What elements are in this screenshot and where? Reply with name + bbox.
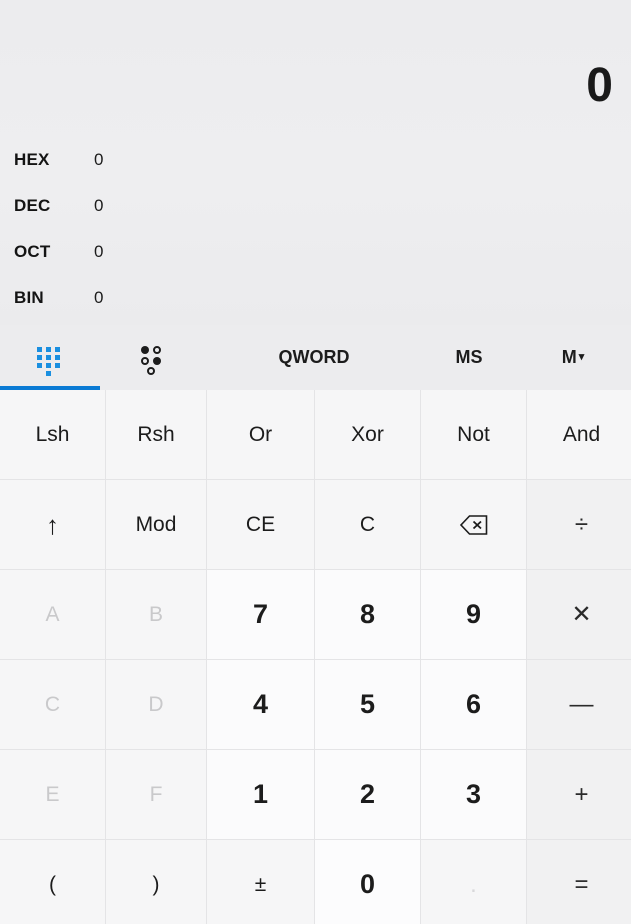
key-clear-entry[interactable]: CE <box>207 480 314 569</box>
backspace-icon <box>459 514 489 536</box>
key-label: 8 <box>359 599 376 629</box>
key-mod[interactable]: Mod <box>106 480 206 569</box>
key-label: 1 <box>252 779 269 809</box>
key-decimal-point: . <box>421 840 526 924</box>
radix-label-oct: OCT <box>14 242 51 261</box>
radix-value-bin: 0 <box>94 288 104 307</box>
key-or[interactable]: Or <box>207 390 314 479</box>
key-label: A <box>45 602 60 626</box>
key-and[interactable]: And <box>527 390 631 479</box>
key-clear[interactable]: C <box>315 480 420 569</box>
key-hex-d: D <box>106 660 206 749</box>
key-label: 6 <box>465 689 482 719</box>
key-label: 9 <box>465 599 482 629</box>
key-xor[interactable]: Xor <box>315 390 420 479</box>
key-backspace[interactable] <box>421 480 526 569</box>
radix-row-dec[interactable]: DEC 0 <box>0 183 631 229</box>
key-label: C <box>359 512 376 536</box>
key-label: And <box>562 422 601 446</box>
keypad-grid: Lsh Rsh Or Xor Not And ↑ Mod CE C ÷ A B 7 8 9 ✕ C D 4 5 6 — E F 1… <box>0 390 631 924</box>
key-label: ÷ <box>574 510 589 538</box>
radix-label-hex: HEX <box>14 150 50 169</box>
key-label: B <box>148 602 163 626</box>
key-digit-9[interactable]: 9 <box>421 570 526 659</box>
key-label: D <box>148 692 164 716</box>
key-digit-0[interactable]: 0 <box>315 840 420 924</box>
key-hex-e: E <box>0 750 105 839</box>
key-add[interactable]: + <box>527 750 631 839</box>
key-label: 5 <box>359 689 376 719</box>
key-label: 7 <box>252 599 269 629</box>
key-label: ) <box>152 872 160 896</box>
key-label: ± <box>254 872 267 896</box>
display-area: 0 HEX 0 DEC 0 OCT 0 BIN 0 <box>0 0 631 325</box>
key-label: + <box>574 780 589 808</box>
key-hex-b: B <box>106 570 206 659</box>
key-plus-minus[interactable]: ± <box>207 840 314 924</box>
key-label: — <box>569 690 594 718</box>
memory-label: M <box>561 347 577 367</box>
key-digit-2[interactable]: 2 <box>315 750 420 839</box>
radix-value-dec: 0 <box>94 196 104 215</box>
key-shift-up[interactable]: ↑ <box>0 480 105 569</box>
key-label: 2 <box>359 779 376 809</box>
key-label: . <box>470 870 477 898</box>
key-hex-c: C <box>0 660 105 749</box>
key-hex-f: F <box>106 750 206 839</box>
key-hex-a: A <box>0 570 105 659</box>
key-label: Xor <box>351 422 384 446</box>
keypad-grid-icon <box>37 343 63 376</box>
radix-label-bin: BIN <box>14 288 44 307</box>
key-lsh[interactable]: Lsh <box>0 390 105 479</box>
key-not[interactable]: Not <box>421 390 526 479</box>
toolbar: QWORD MS M ▾ <box>0 325 631 390</box>
tab-bit-toggle[interactable] <box>100 325 205 390</box>
arrow-up-icon: ↑ <box>46 509 59 540</box>
key-subtract[interactable]: — <box>527 660 631 749</box>
key-digit-6[interactable]: 6 <box>421 660 526 749</box>
key-label: Rsh <box>137 422 175 446</box>
radix-row-bin[interactable]: BIN 0 <box>0 275 631 321</box>
key-label: 3 <box>465 779 482 809</box>
radix-label-dec: DEC <box>14 196 51 215</box>
key-label: Mod <box>135 512 177 536</box>
key-digit-1[interactable]: 1 <box>207 750 314 839</box>
key-digit-3[interactable]: 3 <box>421 750 526 839</box>
key-digit-4[interactable]: 4 <box>207 660 314 749</box>
tab-keypad[interactable] <box>0 325 100 390</box>
memory-store-button[interactable]: MS <box>423 325 515 390</box>
key-divide[interactable]: ÷ <box>527 480 631 569</box>
key-paren-close[interactable]: ) <box>106 840 206 924</box>
key-multiply[interactable]: ✕ <box>527 570 631 659</box>
radix-value-hex: 0 <box>94 150 104 169</box>
key-digit-5[interactable]: 5 <box>315 660 420 749</box>
key-label: ( <box>49 872 56 896</box>
key-equals[interactable]: = <box>527 840 631 924</box>
radix-row-oct[interactable]: OCT 0 <box>0 229 631 275</box>
key-rsh[interactable]: Rsh <box>106 390 206 479</box>
word-size-button[interactable]: QWORD <box>205 325 423 390</box>
chevron-down-icon: ▾ <box>578 351 585 363</box>
key-label: F <box>149 782 163 806</box>
key-label: Or <box>248 422 273 446</box>
key-digit-7[interactable]: 7 <box>207 570 314 659</box>
calculator-window: 0 HEX 0 DEC 0 OCT 0 BIN 0 QWORD MS M ▾ L… <box>0 0 631 924</box>
radix-row-hex[interactable]: HEX 0 <box>0 137 631 183</box>
key-label: ✕ <box>571 601 592 628</box>
key-label: 0 <box>359 869 376 899</box>
key-label: Lsh <box>35 422 70 446</box>
key-paren-open[interactable]: ( <box>0 840 105 924</box>
memory-dropdown-button[interactable]: M ▾ <box>515 325 631 390</box>
main-result-display: 0 <box>586 59 613 112</box>
key-label: Not <box>457 422 490 446</box>
key-label: E <box>45 782 60 806</box>
bit-toggle-icon <box>140 343 165 375</box>
key-label: C <box>44 692 61 716</box>
key-digit-8[interactable]: 8 <box>315 570 420 659</box>
radix-value-oct: 0 <box>94 242 104 261</box>
key-label: = <box>574 870 589 898</box>
key-label: 4 <box>252 689 269 719</box>
key-label: CE <box>245 512 276 536</box>
